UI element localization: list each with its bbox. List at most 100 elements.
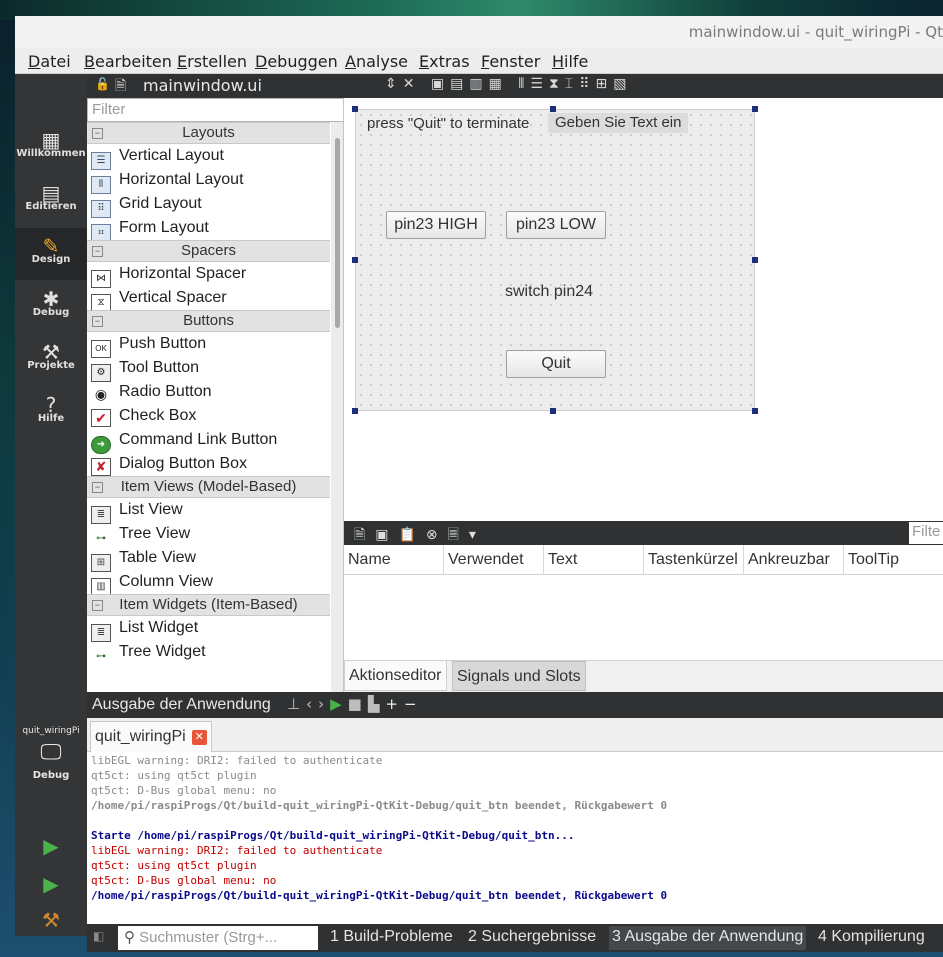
- output-tab-quit-wiringpi[interactable]: quit_wiringPi ✕: [90, 721, 212, 752]
- debug-run-icon[interactable]: ▶: [39, 872, 63, 896]
- resize-handle[interactable]: [752, 408, 758, 414]
- mode-design[interactable]: ✎ Design: [15, 228, 87, 280]
- widget-item[interactable]: ▥ Column View: [91, 570, 331, 596]
- pane-search-results[interactable]: 2 Suchergebnisse: [468, 928, 596, 946]
- action-filter-input[interactable]: Filte: [909, 522, 943, 544]
- pane-compile-output[interactable]: 4 Kompilierung: [818, 928, 925, 946]
- mode-label: Debug: [32, 307, 70, 318]
- action-table: Name Verwendet Text Tastenkürzel Ankreuz…: [344, 545, 943, 660]
- tab-aktionseditor[interactable]: Aktionseditor: [344, 661, 447, 691]
- build-hammer-icon[interactable]: ⚒: [39, 908, 63, 932]
- help-icon: ?: [45, 393, 57, 417]
- menu-hilfe[interactable]: Hilfe: [552, 52, 588, 71]
- next-icon[interactable]: ›: [318, 695, 330, 713]
- label-switch-pin24[interactable]: switch pin24: [505, 283, 593, 301]
- run-icon[interactable]: ▶: [39, 834, 63, 858]
- category-buttons[interactable]: − Buttons: [87, 310, 330, 332]
- widget-item[interactable]: ✘ Dialog Button Box: [91, 452, 331, 476]
- locator-search-input[interactable]: ⚲ Suchmuster (Strg+...: [118, 926, 318, 950]
- menu-bearbeiten[interactable]: Bearbeiten: [84, 52, 172, 71]
- column-header[interactable]: Ankreuzbar: [744, 545, 844, 575]
- widget-item[interactable]: ⠿ Grid Layout: [91, 192, 331, 218]
- resize-handle[interactable]: [352, 408, 358, 414]
- widget-item[interactable]: ⊶ Tree View: [91, 522, 331, 548]
- mode-projects[interactable]: ⚒ Projekte: [15, 334, 87, 386]
- category-spacers[interactable]: − Spacers: [87, 240, 330, 262]
- output-line: /home/pi/raspiProgs/Qt/build-quit_wiring…: [91, 889, 668, 902]
- main-window-form[interactable]: press "Quit" to terminate Geben Sie Text…: [355, 109, 755, 411]
- widget-item[interactable]: ⋈ Horizontal Spacer: [91, 262, 331, 288]
- category-item-views[interactable]: − Item Views (Model-Based): [87, 476, 330, 498]
- status-bar: ◧ ⚲ Suchmuster (Strg+... 1 Build-Problem…: [87, 924, 943, 952]
- scrollbar-thumb[interactable]: [335, 138, 340, 328]
- mode-help[interactable]: ? Hilfe: [15, 387, 87, 439]
- widget-item[interactable]: ⠶ Form Layout: [91, 216, 331, 242]
- widget-item[interactable]: ⊞ Table View: [91, 546, 331, 572]
- toggle-sidebar-icon[interactable]: ◧: [93, 929, 104, 943]
- stop-icon[interactable]: ■: [348, 695, 368, 713]
- mode-label: Editieren: [25, 201, 77, 212]
- widget-item[interactable]: ⦀ Horizontal Layout: [91, 168, 331, 194]
- kit-selector[interactable]: quit_wiringPi 🖵 Debug: [15, 726, 87, 781]
- menu-analyse[interactable]: Analyse: [345, 52, 408, 71]
- menu-bar: Datei Bearbeiten Erstellen Debuggen Anal…: [15, 48, 943, 74]
- widget-item[interactable]: ✔ Check Box: [91, 404, 331, 428]
- category-layouts[interactable]: − Layouts: [87, 122, 330, 144]
- prev-icon[interactable]: ‹: [306, 695, 318, 713]
- label-quit-hint[interactable]: press "Quit" to terminate: [367, 115, 529, 132]
- debug-icon[interactable]: ▙: [368, 695, 386, 713]
- form-editor-tools[interactable]: ⇕✕ ▣▤▥▦ ⦀☰⧗⌶⠿⊞▧: [385, 76, 632, 92]
- kit-project-name: quit_wiringPi: [22, 726, 80, 736]
- resize-handle[interactable]: [752, 257, 758, 263]
- widget-box-scrollbar[interactable]: [331, 122, 343, 692]
- category-item-widgets[interactable]: − Item Widgets (Item-Based): [87, 594, 330, 616]
- column-header[interactable]: Name: [344, 545, 444, 575]
- widget-item[interactable]: OK Push Button: [91, 332, 331, 358]
- widget-item[interactable]: ◉ Radio Button: [91, 380, 331, 404]
- zoom-out-icon[interactable]: −: [404, 695, 423, 713]
- widget-item[interactable]: ⚙ Tool Button: [91, 356, 331, 382]
- column-header[interactable]: ToolTip: [844, 545, 943, 575]
- widget-item[interactable]: ≣ List View: [91, 498, 331, 524]
- output-pane-toolbar: Ausgabe der Anwendung ⊥‹›▶■▙+−: [87, 692, 943, 718]
- resize-handle[interactable]: [752, 106, 758, 112]
- attach-icon[interactable]: ⊥: [287, 695, 306, 713]
- open-file-name[interactable]: mainwindow.ui: [143, 76, 262, 95]
- column-header[interactable]: Tastenkürzel: [644, 545, 744, 575]
- menu-debuggen[interactable]: Debuggen: [255, 52, 338, 71]
- pane-build-issues[interactable]: 1 Build-Probleme: [330, 928, 453, 946]
- widget-item[interactable]: ⊶ Tree Widget: [91, 640, 331, 666]
- close-icon[interactable]: ✕: [191, 730, 207, 745]
- quit-button[interactable]: Quit: [506, 350, 606, 378]
- resize-handle[interactable]: [352, 106, 358, 112]
- application-output: libEGL warning: DRI2: failed to authenti…: [87, 752, 943, 924]
- rerun-icon[interactable]: ▶: [330, 695, 348, 713]
- widget-item[interactable]: ☰ Vertical Layout: [91, 144, 331, 170]
- resize-handle[interactable]: [550, 106, 556, 112]
- column-header[interactable]: Verwendet: [444, 545, 544, 575]
- mode-debug[interactable]: ✱ Debug: [15, 281, 87, 333]
- menu-datei[interactable]: Datei: [28, 52, 71, 71]
- form-design-canvas[interactable]: press "Quit" to terminate Geben Sie Text…: [344, 98, 943, 536]
- widget-filter-input[interactable]: Filter: [87, 98, 343, 122]
- menu-fenster[interactable]: Fenster: [481, 52, 540, 71]
- output-line: qt5ct: using qt5ct plugin: [91, 769, 257, 782]
- pin23-low-button[interactable]: pin23 LOW: [506, 211, 606, 239]
- pin23-high-button[interactable]: pin23 HIGH: [386, 211, 486, 239]
- menu-extras[interactable]: Extras: [419, 52, 470, 71]
- collapse-icon: −: [92, 246, 103, 257]
- line-edit[interactable]: Geben Sie Text ein: [548, 113, 689, 133]
- mode-welcome[interactable]: ▦ Willkommen: [15, 122, 87, 174]
- kit-build-label: Debug: [32, 770, 70, 781]
- pane-application-output[interactable]: 3 Ausgabe der Anwendung: [609, 926, 807, 950]
- widget-item[interactable]: ➜ Command Link Button: [91, 428, 331, 454]
- column-header[interactable]: Text: [544, 545, 644, 575]
- mode-edit[interactable]: ▤ Editieren: [15, 175, 87, 227]
- tab-signals-slots[interactable]: Signals und Slots: [452, 661, 586, 691]
- widget-item[interactable]: ≣ List Widget: [91, 616, 331, 642]
- resize-handle[interactable]: [550, 408, 556, 414]
- resize-handle[interactable]: [352, 257, 358, 263]
- widget-item[interactable]: ⧖ Vertical Spacer: [91, 286, 331, 312]
- menu-erstellen[interactable]: Erstellen: [177, 52, 247, 71]
- zoom-in-icon[interactable]: +: [385, 695, 404, 713]
